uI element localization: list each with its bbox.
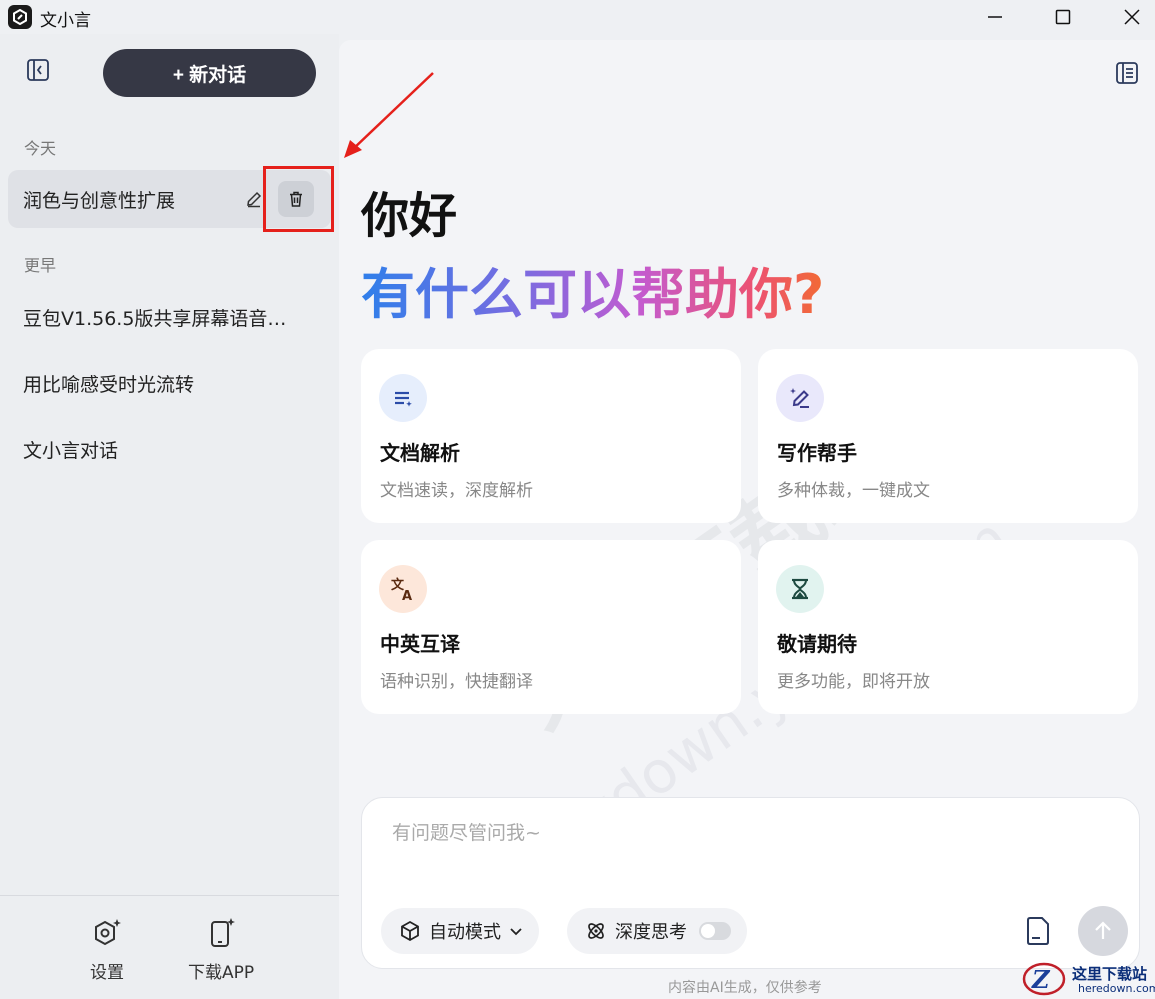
app-logo-icon bbox=[8, 5, 32, 29]
hourglass-icon bbox=[776, 565, 824, 613]
upload-file-icon[interactable] bbox=[1024, 916, 1052, 946]
greeting-subtitle: 有什么可以帮助你? bbox=[361, 250, 824, 329]
pen-sparkle-icon bbox=[776, 374, 824, 422]
card-title: 写作帮手 bbox=[777, 441, 857, 465]
site-logo-name: 这里下载站 bbox=[1072, 965, 1148, 983]
section-label-earlier: 更早 bbox=[24, 256, 57, 275]
card-desc: 多种体裁，一键成文 bbox=[777, 481, 930, 501]
card-title: 敬请期待 bbox=[777, 632, 857, 656]
auto-mode-select[interactable]: 自动模式 bbox=[381, 908, 539, 954]
card-title: 文档解析 bbox=[380, 441, 460, 465]
atom-icon bbox=[588, 923, 604, 939]
collapse-sidebar-icon[interactable] bbox=[26, 58, 50, 82]
maximize-icon bbox=[1055, 9, 1071, 25]
deep-think-switch[interactable] bbox=[699, 922, 731, 940]
chat-input-box[interactable]: 有问题尽管问我~ 自动模式 深度思考 bbox=[361, 797, 1140, 969]
minimize-button[interactable] bbox=[965, 0, 1025, 34]
feature-card-doc-analysis[interactable]: 文档解析 文档速读，深度解析 bbox=[361, 349, 741, 523]
phone-sparkle-icon bbox=[211, 918, 236, 947]
main-panel: 天极下载站 mydown.yesky.com 你好 有什么可以帮助你? 文档解析… bbox=[339, 40, 1155, 999]
right-panel-toggle-icon[interactable] bbox=[1115, 61, 1139, 85]
chat-item-label: 豆包V1.56.5版共享屏幕语音… bbox=[23, 307, 287, 330]
feature-card-writing-helper[interactable]: 写作帮手 多种体裁，一键成文 bbox=[758, 349, 1138, 523]
new-chat-label: + 新对话 bbox=[172, 64, 247, 86]
svg-text:Z: Z bbox=[1031, 965, 1051, 994]
highlight-box bbox=[263, 166, 334, 232]
close-button[interactable] bbox=[1102, 0, 1155, 34]
new-chat-button[interactable]: + 新对话 bbox=[103, 49, 316, 97]
auto-mode-label: 自动模式 bbox=[429, 922, 501, 943]
edit-icon[interactable] bbox=[244, 189, 264, 209]
title-bar: 文小言 bbox=[0, 0, 1155, 34]
download-app-label: 下载APP bbox=[188, 963, 255, 983]
chat-item[interactable]: 文小言对话 bbox=[8, 420, 331, 478]
chat-item-label: 文小言对话 bbox=[23, 439, 119, 462]
svg-text:A: A bbox=[402, 589, 412, 603]
feature-card-translate[interactable]: 文A 中英互译 语种识别，快捷翻译 bbox=[361, 540, 741, 714]
site-logo: Z 这里下载站 heredown.com bbox=[1022, 961, 1155, 997]
card-title: 中英互译 bbox=[380, 632, 460, 656]
site-logo-url: heredown.com bbox=[1078, 982, 1155, 995]
chat-item[interactable]: 豆包V1.56.5版共享屏幕语音… bbox=[8, 288, 331, 346]
chat-input[interactable]: 有问题尽管问我~ bbox=[392, 818, 541, 845]
send-button[interactable] bbox=[1078, 906, 1128, 956]
settings-sparkle-icon bbox=[95, 919, 121, 946]
section-label-today: 今天 bbox=[24, 139, 57, 158]
translate-icon: 文A bbox=[379, 565, 427, 613]
close-icon bbox=[1124, 9, 1140, 25]
app-title: 文小言 bbox=[40, 11, 91, 31]
greeting-title: 你好 bbox=[361, 188, 458, 244]
cube-icon bbox=[401, 920, 419, 942]
settings-label: 设置 bbox=[90, 963, 124, 983]
card-desc: 更多功能，即将开放 bbox=[777, 672, 930, 692]
chat-item[interactable]: 用比喻感受时光流转 bbox=[8, 354, 331, 412]
card-desc: 语种识别，快捷翻译 bbox=[380, 672, 533, 692]
ai-disclaimer: 内容由AI生成，仅供参考 bbox=[668, 980, 822, 996]
deep-think-label: 深度思考 bbox=[615, 922, 687, 943]
chat-item-label: 用比喻感受时光流转 bbox=[23, 373, 195, 396]
card-desc: 文档速读，深度解析 bbox=[380, 481, 533, 501]
site-logo-icon: Z bbox=[1022, 962, 1066, 996]
chevron-down-icon bbox=[510, 928, 522, 936]
arrow-up-icon bbox=[1095, 921, 1111, 939]
document-list-icon bbox=[379, 374, 427, 422]
feature-card-coming-soon[interactable]: 敬请期待 更多功能，即将开放 bbox=[758, 540, 1138, 714]
maximize-button[interactable] bbox=[1033, 0, 1093, 34]
download-app-button[interactable]: 下载APP bbox=[188, 916, 254, 983]
chat-item-label: 润色与创意性扩展 bbox=[23, 189, 176, 212]
deep-think-toggle[interactable]: 深度思考 bbox=[567, 908, 747, 954]
sidebar-footer: 设置 下载APP bbox=[0, 895, 339, 999]
settings-button[interactable]: 设置 bbox=[90, 916, 124, 983]
minimize-icon bbox=[988, 16, 1002, 18]
